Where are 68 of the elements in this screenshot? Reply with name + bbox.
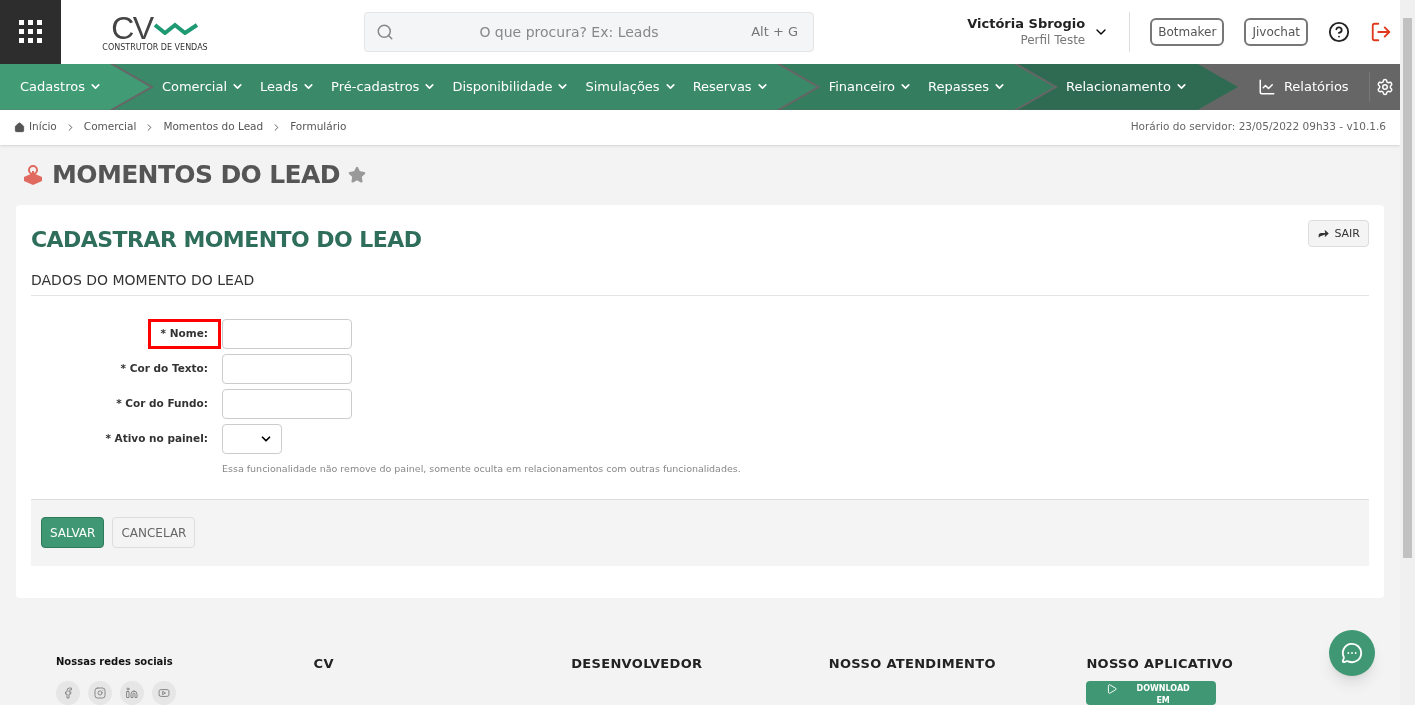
- nav-menu-item[interactable]: Leads: [260, 77, 316, 97]
- nav-menu-item[interactable]: Simulações: [585, 77, 677, 97]
- joystick-icon: [22, 165, 44, 185]
- logout-icon[interactable]: [1370, 21, 1392, 43]
- reports-button[interactable]: Relatórios: [1237, 64, 1369, 110]
- page-title: MOMENTOS DO LEAD: [52, 159, 340, 192]
- social-network-icon: [158, 686, 170, 699]
- integration-button[interactable]: Jivochat: [1244, 18, 1308, 46]
- social-network-icon: [94, 686, 106, 699]
- social-button[interactable]: [120, 680, 144, 705]
- server-time: Horário do servidor: 23/05/2022 09h33 - v10.1.6: [1130, 119, 1386, 135]
- footer-heading: CV: [313, 654, 335, 673]
- cancel-button[interactable]: CANCELAR: [112, 517, 196, 548]
- nav-menu-item[interactable]: Comercial: [161, 77, 244, 97]
- user-profile: Perfil Teste: [1020, 32, 1086, 48]
- footer-heading: NOSSO APLICATIVO: [1086, 654, 1235, 673]
- apps-menu-button[interactable]: [0, 0, 61, 64]
- help-icon[interactable]: [1328, 21, 1350, 43]
- favorite-star-icon[interactable]: [347, 166, 366, 184]
- text-field[interactable]: [222, 389, 352, 420]
- help-text: Essa funcionalidade não remove do painel, somente oculta em relacionamentos com outras funcionalidades.: [222, 462, 741, 477]
- line-chart-icon: [1257, 77, 1276, 96]
- social-button[interactable]: [88, 680, 112, 705]
- breadcrumb-link[interactable]: Formulário: [290, 119, 347, 136]
- field-label: * Ativo no painel:: [104, 431, 209, 447]
- chat-button[interactable]: [1329, 629, 1375, 676]
- integration-button[interactable]: Botmaker: [1150, 18, 1225, 46]
- social-button[interactable]: [152, 680, 176, 705]
- social-network-icon: [126, 686, 138, 699]
- nav-menu-item[interactable]: Relacionamento: [1065, 77, 1188, 97]
- field-label: * Nome:: [147, 319, 221, 350]
- logo-mark: CV: [111, 12, 153, 44]
- play-icon: [1106, 683, 1118, 695]
- app-download-badge[interactable]: DOWNLOAD EM: [1086, 681, 1217, 705]
- text-field[interactable]: [222, 354, 352, 385]
- user-menu[interactable]: Victória Sbrogio Perfil Teste: [967, 12, 1131, 52]
- nav-menu-item[interactable]: Reservas: [692, 77, 769, 97]
- breadcrumb-link[interactable]: Comercial: [83, 119, 137, 136]
- field-label: * Cor do Fundo:: [115, 396, 209, 412]
- text-field[interactable]: [222, 319, 352, 350]
- exit-button[interactable]: SAIR: [1308, 220, 1369, 248]
- footer-heading: DESENVOLVEDOR: [571, 654, 704, 673]
- nav-menu-item[interactable]: Disponibilidade: [452, 77, 570, 97]
- nav-menu-item[interactable]: Cadastros: [20, 77, 102, 97]
- footer-heading: NOSSO ATENDIMENTO: [828, 654, 997, 673]
- logo[interactable]: CV CONSTRUTOR DE VENDAS: [95, 12, 215, 52]
- user-name: Victória Sbrogio: [967, 16, 1086, 33]
- settings-icon: [1375, 77, 1394, 96]
- breadcrumb-link[interactable]: Início: [29, 119, 57, 136]
- chat-bubble-icon: [1341, 641, 1363, 664]
- save-button[interactable]: SALVAR: [41, 517, 105, 548]
- search-icon: [376, 23, 394, 41]
- field-label: * Cor do Texto:: [119, 361, 209, 377]
- card-title: CADASTRAR MOMENTO DO LEAD: [31, 226, 422, 255]
- grid-icon: [18, 20, 43, 44]
- social-button[interactable]: [56, 680, 80, 705]
- nav-menu-item[interactable]: Financeiro: [828, 77, 912, 97]
- wave-logo-icon: [152, 21, 199, 35]
- nav-menu-item[interactable]: Repasses: [928, 77, 1006, 97]
- shortcut-hint: Alt + G: [751, 23, 798, 42]
- home-icon: [14, 121, 25, 133]
- breadcrumb-link[interactable]: Momentos do Lead: [163, 119, 264, 136]
- social-network-icon: [62, 686, 74, 699]
- select-field[interactable]: [222, 424, 282, 455]
- logo-tagline: CONSTRUTOR DE VENDAS: [102, 44, 208, 52]
- footer-heading: Nossas redes sociais: [56, 654, 174, 669]
- nav-menu-item[interactable]: Pré-cadastros: [331, 77, 437, 97]
- section-title: DADOS DO MOMENTO DO LEAD: [31, 270, 1369, 297]
